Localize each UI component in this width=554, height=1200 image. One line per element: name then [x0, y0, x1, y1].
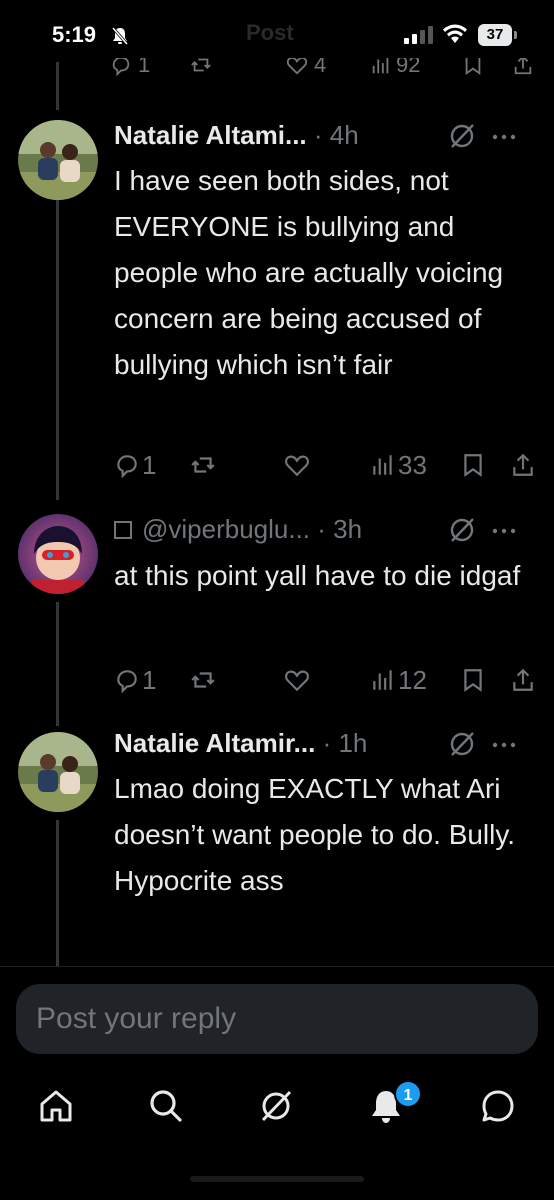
repost-button[interactable] — [190, 450, 216, 480]
search-icon — [150, 1090, 182, 1122]
checkbox-icon — [114, 521, 132, 539]
reply-count: 1 — [138, 58, 151, 77]
views-icon — [373, 670, 392, 690]
avatar[interactable] — [18, 732, 98, 812]
avatar[interactable] — [18, 514, 98, 594]
tweet-actions: 1 12 — [114, 665, 534, 695]
avatar-photo-icon — [18, 732, 98, 812]
home-indicator — [190, 1176, 364, 1182]
like-button[interactable] — [284, 665, 310, 695]
avatar-photo-icon — [18, 514, 98, 594]
share-icon — [513, 453, 533, 476]
tweet-header-actions — [448, 730, 518, 758]
reply-button[interactable]: 1 — [114, 665, 156, 695]
views-button[interactable]: 12 — [370, 665, 427, 695]
views-count: 92 — [396, 58, 421, 77]
share-icon[interactable] — [512, 58, 534, 76]
messages-icon — [482, 1090, 514, 1122]
reply-icon[interactable] — [110, 58, 132, 76]
thread-line — [56, 62, 59, 110]
more-options-icon[interactable] — [492, 742, 516, 748]
tweet-header-actions — [448, 516, 518, 544]
avatar[interactable] — [18, 120, 98, 200]
reply-icon — [117, 670, 137, 693]
like-button[interactable] — [284, 450, 310, 480]
avatar-photo-icon — [18, 120, 98, 200]
grok-icon[interactable] — [448, 122, 476, 150]
status-bar: 5:19 Post 37 — [0, 0, 554, 62]
bookmark-icon — [464, 669, 482, 692]
separator-dot: · — [322, 728, 339, 758]
username-handle[interactable]: @viperbuglu... — [142, 514, 310, 544]
like-icon — [285, 455, 309, 477]
notification-badge: 1 — [394, 1080, 422, 1108]
reply-count: 1 — [142, 449, 157, 480]
views-icon — [373, 455, 392, 475]
divider — [0, 966, 554, 967]
separator-dot: · — [317, 514, 334, 544]
tweet-header: Natalie Altamir... · 1h — [114, 728, 534, 760]
nav-home[interactable] — [36, 1086, 80, 1130]
like-icon[interactable] — [286, 58, 308, 76]
reply-composer[interactable] — [16, 984, 538, 1054]
grok-icon[interactable] — [448, 730, 476, 758]
tweet-text: I have seen both sides, not EVERYONE is … — [114, 165, 504, 380]
share-icon — [513, 668, 533, 691]
share-button[interactable] — [510, 665, 536, 695]
repost-icon — [191, 457, 215, 473]
more-options-icon[interactable] — [492, 528, 516, 534]
tweet-header: Natalie Altami... · 4h — [114, 120, 534, 152]
reply-count: 1 — [142, 664, 157, 695]
previous-post-actions: 1 4 92 — [110, 58, 540, 82]
like-icon — [285, 670, 309, 692]
tweet-actions: 1 33 — [114, 450, 534, 480]
more-options-icon[interactable] — [492, 134, 516, 140]
reply-icon — [117, 455, 137, 478]
timestamp[interactable]: 3h — [333, 514, 362, 544]
status-time: 5:19 — [52, 22, 97, 47]
bottom-navigation — [0, 1066, 554, 1156]
bookmark-icon — [464, 454, 482, 477]
battery-indicator: 37 — [478, 24, 518, 46]
tweet-header-actions — [448, 122, 518, 150]
tweet-text: at this point yall have to die idgaf — [114, 560, 521, 591]
reply-button[interactable]: 1 — [114, 450, 156, 480]
nav-search[interactable] — [146, 1086, 190, 1130]
nav-grok[interactable] — [256, 1086, 300, 1130]
timestamp[interactable]: 1h — [338, 728, 367, 758]
display-name[interactable]: Natalie Altami... — [114, 120, 307, 150]
views-count: 12 — [398, 664, 427, 695]
reply-input[interactable] — [36, 984, 516, 1054]
battery-tip — [514, 31, 517, 39]
battery-level: 37 — [478, 24, 512, 46]
share-button[interactable] — [510, 450, 536, 480]
repost-icon[interactable] — [190, 58, 212, 76]
tweet-text: Lmao doing EXACTLY what Ari doesn’t want… — [114, 773, 516, 896]
header-title: Post — [246, 20, 294, 45]
views-icon[interactable] — [370, 58, 392, 76]
thread-line — [56, 820, 59, 966]
repost-button[interactable] — [190, 665, 216, 695]
repost-icon — [191, 672, 215, 688]
thread-line — [56, 602, 59, 726]
timestamp[interactable]: 4h — [330, 120, 359, 150]
bookmark-button[interactable] — [460, 450, 486, 480]
thread-line — [56, 196, 59, 500]
views-button[interactable]: 33 — [370, 450, 427, 480]
grok-icon[interactable] — [448, 516, 476, 544]
home-icon — [40, 1090, 72, 1122]
bookmark-button[interactable] — [460, 665, 486, 695]
bell-off-icon — [111, 27, 129, 45]
wifi-icon — [443, 24, 467, 43]
tweet-header: @viperbuglu... · 3h — [114, 514, 534, 546]
nav-messages[interactable] — [478, 1086, 522, 1130]
like-count: 4 — [314, 58, 327, 77]
separator-dot: · — [313, 120, 330, 150]
bookmark-icon[interactable] — [462, 58, 484, 76]
display-name[interactable]: Natalie Altamir... — [114, 728, 315, 758]
cellular-signal-icon — [404, 26, 433, 44]
views-count: 33 — [398, 449, 427, 480]
grok-icon — [261, 1090, 292, 1122]
